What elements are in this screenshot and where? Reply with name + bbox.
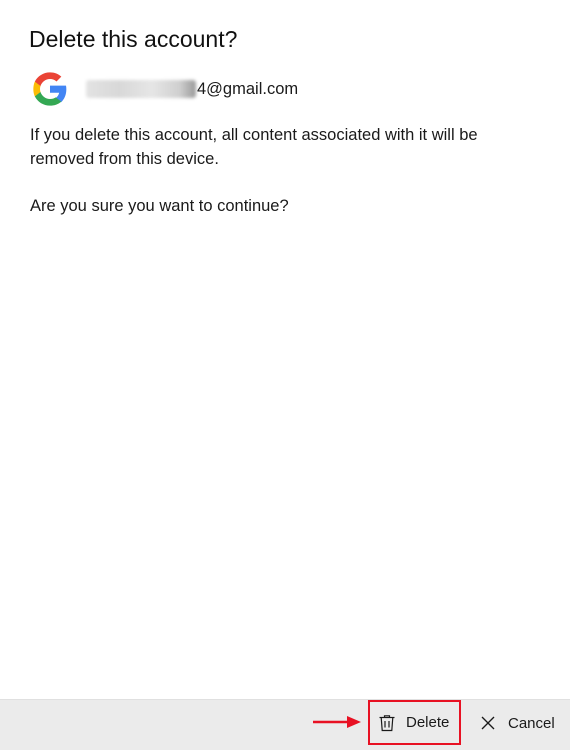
account-email: 4@gmail.com [86, 80, 298, 99]
dialog-message: If you delete this account, all content … [30, 126, 478, 168]
dialog-footer: Delete Cancel [0, 699, 570, 750]
delete-button-label: Delete [406, 714, 450, 731]
email-suffix: 4@gmail.com [197, 79, 299, 98]
delete-account-dialog: Delete this account? 4@gmail.com If you … [0, 0, 570, 750]
close-icon [481, 716, 495, 730]
arrow-right-icon [313, 716, 361, 728]
cancel-button-label: Cancel [508, 714, 555, 732]
dialog-title: Delete this account? [29, 26, 238, 52]
dialog-question: Are you sure you want to continue? [30, 197, 289, 215]
trash-icon [379, 714, 395, 731]
email-redacted-part [86, 80, 196, 98]
cancel-button[interactable]: Cancel [478, 707, 555, 739]
google-g-icon [33, 72, 67, 106]
account-row: 4@gmail.com [30, 69, 298, 109]
delete-button[interactable]: Delete [368, 700, 461, 745]
